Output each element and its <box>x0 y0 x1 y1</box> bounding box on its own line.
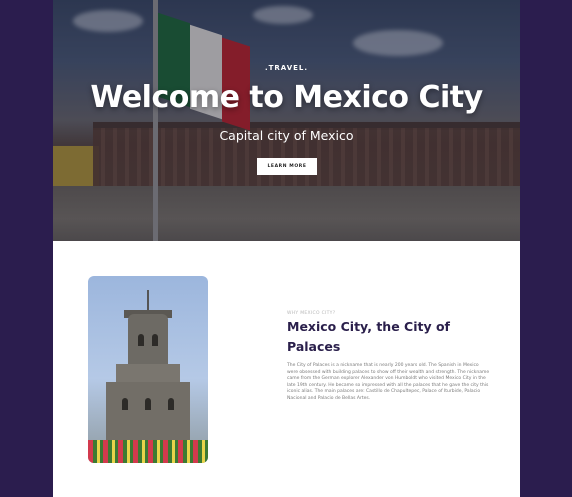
photo-window <box>138 334 144 346</box>
photo-window <box>145 398 151 410</box>
photo-window <box>168 398 174 410</box>
hero-kicker: .TRAVEL. <box>264 64 309 72</box>
hero-overlay <box>53 0 520 241</box>
photo-tower-base <box>106 382 190 442</box>
section-title: Mexico City, the City of Palaces <box>287 319 450 354</box>
photo-spire <box>147 290 149 312</box>
hero-section: .TRAVEL. Welcome to Mexico City Capital … <box>53 0 520 241</box>
castle-photo <box>88 276 208 463</box>
photo-garden <box>88 440 208 463</box>
section-body: The City of Palaces is a nickname that i… <box>287 363 490 401</box>
photo-window <box>122 398 128 410</box>
page-container: .TRAVEL. Welcome to Mexico City Capital … <box>53 0 520 497</box>
learn-more-button[interactable]: LEARN MORE <box>257 158 317 175</box>
photo-tower-top <box>128 314 168 364</box>
photo-window <box>152 334 158 346</box>
hero-subtitle: Capital city of Mexico <box>219 128 354 143</box>
section-eyebrow: WHY MEXICO CITY? <box>287 311 336 316</box>
hero-title: Welcome to Mexico City <box>90 80 483 115</box>
photo-tower-mid <box>116 364 180 382</box>
